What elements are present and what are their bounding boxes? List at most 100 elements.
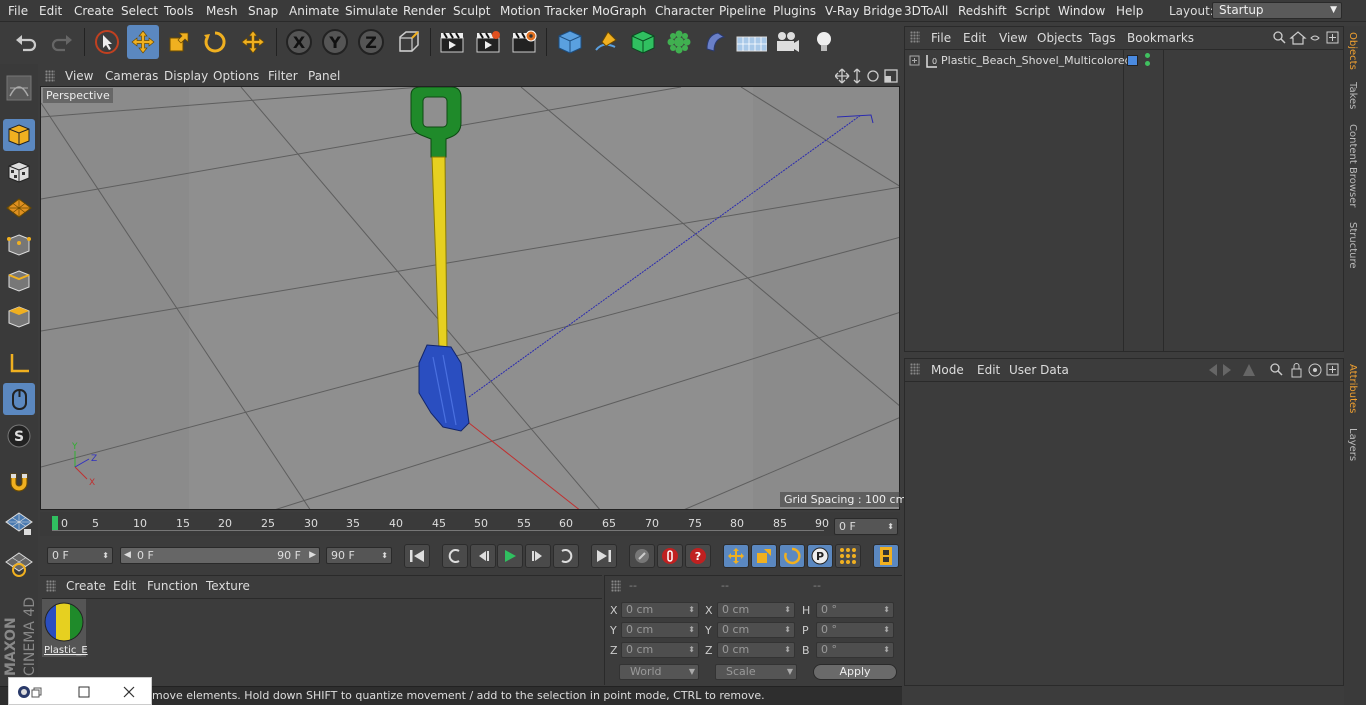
close-icon[interactable] — [122, 685, 136, 699]
rotation-b-field[interactable]: 0 ° ⬍ — [816, 642, 894, 658]
menu-tools[interactable]: Tools — [164, 4, 194, 18]
autokey-button[interactable] — [657, 544, 683, 568]
object-menu-view[interactable]: View — [999, 31, 1027, 45]
material-item[interactable]: Plastic_E — [42, 599, 88, 657]
attribute-menu-mode[interactable]: Mode — [931, 363, 964, 377]
viewport-menu-cameras[interactable]: Cameras — [105, 69, 158, 83]
record-scale-button[interactable] — [751, 544, 777, 568]
object-menu-tags[interactable]: Tags — [1089, 31, 1116, 45]
record-rotation-button[interactable] — [779, 544, 805, 568]
menu-help[interactable]: Help — [1116, 4, 1143, 18]
viewport-navigation-icons[interactable] — [835, 68, 901, 84]
keyframe-selection-button[interactable]: ? — [685, 544, 711, 568]
3d-viewport[interactable]: Y Z X — [40, 86, 900, 510]
layer-color-swatch[interactable] — [1127, 55, 1138, 66]
add-subdivision-button[interactable] — [627, 25, 659, 59]
menu-vray-bridge[interactable]: V-Ray Bridge — [825, 4, 902, 18]
tab-objects[interactable]: Objects — [1347, 32, 1358, 70]
rotation-p-field[interactable]: 0 ° ⬍ — [816, 622, 894, 638]
render-picture-viewer-button[interactable] — [472, 25, 504, 59]
tweak-mode-button[interactable] — [3, 383, 35, 415]
viewport-menu-display[interactable]: Display — [164, 69, 208, 83]
menu-create[interactable]: Create — [74, 4, 114, 18]
next-frame-button[interactable] — [525, 544, 551, 568]
recent-tool-button[interactable] — [237, 25, 269, 59]
menu-mesh[interactable]: Mesh — [206, 4, 238, 18]
coordinate-mode-select[interactable]: World ▼ — [619, 664, 699, 680]
apply-button[interactable]: Apply — [813, 664, 897, 680]
tab-attributes[interactable]: Attributes — [1347, 364, 1358, 413]
tab-structure[interactable]: Structure — [1347, 222, 1358, 269]
menu-3dtoall[interactable]: 3DToAll — [904, 4, 948, 18]
menu-window[interactable]: Window — [1058, 4, 1105, 18]
add-camera-button[interactable] — [771, 25, 803, 59]
previous-frame-button[interactable] — [470, 544, 496, 568]
move-tool-button[interactable] — [127, 25, 159, 59]
menu-mograph[interactable]: MoGraph — [592, 4, 647, 18]
menu-select[interactable]: Select — [121, 4, 158, 18]
add-floor-button[interactable] — [735, 25, 767, 59]
z-axis-lock-button[interactable]: Z — [355, 25, 387, 59]
preview-range-slider[interactable]: ◀ 0 F 90 F ▶ — [120, 547, 320, 564]
position-y-field[interactable]: 0 cm ⬍ — [621, 622, 699, 638]
object-manager-icons[interactable] — [1271, 30, 1341, 46]
menu-edit[interactable]: Edit — [39, 4, 62, 18]
menu-animate[interactable]: Animate — [289, 4, 339, 18]
tab-content-browser[interactable]: Content Browser — [1347, 124, 1358, 207]
size-y-field[interactable]: 0 cm ⬍ — [717, 622, 795, 638]
add-deformer-button[interactable] — [699, 25, 731, 59]
previous-key-button[interactable] — [442, 544, 468, 568]
material-menu-edit[interactable]: Edit — [113, 579, 136, 593]
points-mode-button[interactable] — [3, 229, 35, 261]
snap-button[interactable] — [3, 466, 35, 498]
solo-button[interactable]: S — [3, 420, 35, 452]
object-row[interactable]: 0 Plastic_Beach_Shovel_Multicolored — [907, 52, 1132, 70]
viewport-menu-options[interactable]: Options — [213, 69, 259, 83]
record-position-button[interactable] — [723, 544, 749, 568]
polygons-mode-button[interactable] — [3, 301, 35, 333]
attribute-menu-user-data[interactable]: User Data — [1009, 363, 1069, 377]
tab-layers[interactable]: Layers — [1347, 428, 1358, 461]
current-frame-field[interactable]: 0 F ⬍ — [834, 518, 898, 535]
model-mode-button[interactable] — [3, 119, 35, 151]
expand-plus-icon[interactable] — [909, 55, 921, 67]
x-axis-lock-button[interactable]: X — [283, 25, 315, 59]
menu-file[interactable]: File — [8, 4, 28, 18]
scale-tool-button[interactable] — [163, 25, 195, 59]
go-to-end-button[interactable] — [591, 544, 617, 568]
undo-button[interactable] — [10, 25, 42, 59]
enable-axis-button[interactable] — [3, 347, 35, 379]
menu-script[interactable]: Script — [1015, 4, 1050, 18]
timeline-ruler[interactable] — [40, 512, 900, 536]
object-menu-edit[interactable]: Edit — [963, 31, 986, 45]
add-light-button[interactable] — [808, 25, 840, 59]
add-pen-spline-button[interactable] — [590, 25, 622, 59]
y-axis-lock-button[interactable]: Y — [319, 25, 351, 59]
render-settings-button[interactable] — [508, 25, 540, 59]
workplane-button[interactable] — [3, 192, 35, 224]
add-cube-button[interactable] — [554, 25, 586, 59]
menu-pipeline[interactable]: Pipeline — [719, 4, 766, 18]
start-frame-field[interactable]: 0 F ⬍ — [47, 547, 113, 564]
menu-simulate[interactable]: Simulate — [345, 4, 398, 18]
object-menu-file[interactable]: File — [931, 31, 951, 45]
object-menu-bookmarks[interactable]: Bookmarks — [1127, 31, 1194, 45]
record-parameter-button[interactable]: P — [807, 544, 833, 568]
add-cloner-button[interactable] — [663, 25, 695, 59]
size-z-field[interactable]: 0 cm ⬍ — [717, 642, 795, 658]
workplane-lock-button[interactable] — [3, 508, 35, 540]
cinema4d-app-icon[interactable] — [17, 685, 43, 699]
workplane-snap-button[interactable] — [3, 548, 35, 580]
rotation-h-field[interactable]: 0 ° ⬍ — [816, 602, 894, 618]
timeline-button[interactable] — [873, 544, 899, 568]
next-key-button[interactable] — [553, 544, 579, 568]
material-menu-function[interactable]: Function — [147, 579, 198, 593]
record-point-level-button[interactable] — [835, 544, 861, 568]
viewport-menu-filter[interactable]: Filter — [268, 69, 298, 83]
attribute-manager-icons[interactable] — [1201, 362, 1341, 378]
redo-button[interactable] — [46, 25, 78, 59]
material-menu-texture[interactable]: Texture — [206, 579, 250, 593]
make-editable-button[interactable] — [3, 72, 35, 104]
go-to-start-button[interactable] — [404, 544, 430, 568]
rotate-tool-button[interactable] — [199, 25, 231, 59]
